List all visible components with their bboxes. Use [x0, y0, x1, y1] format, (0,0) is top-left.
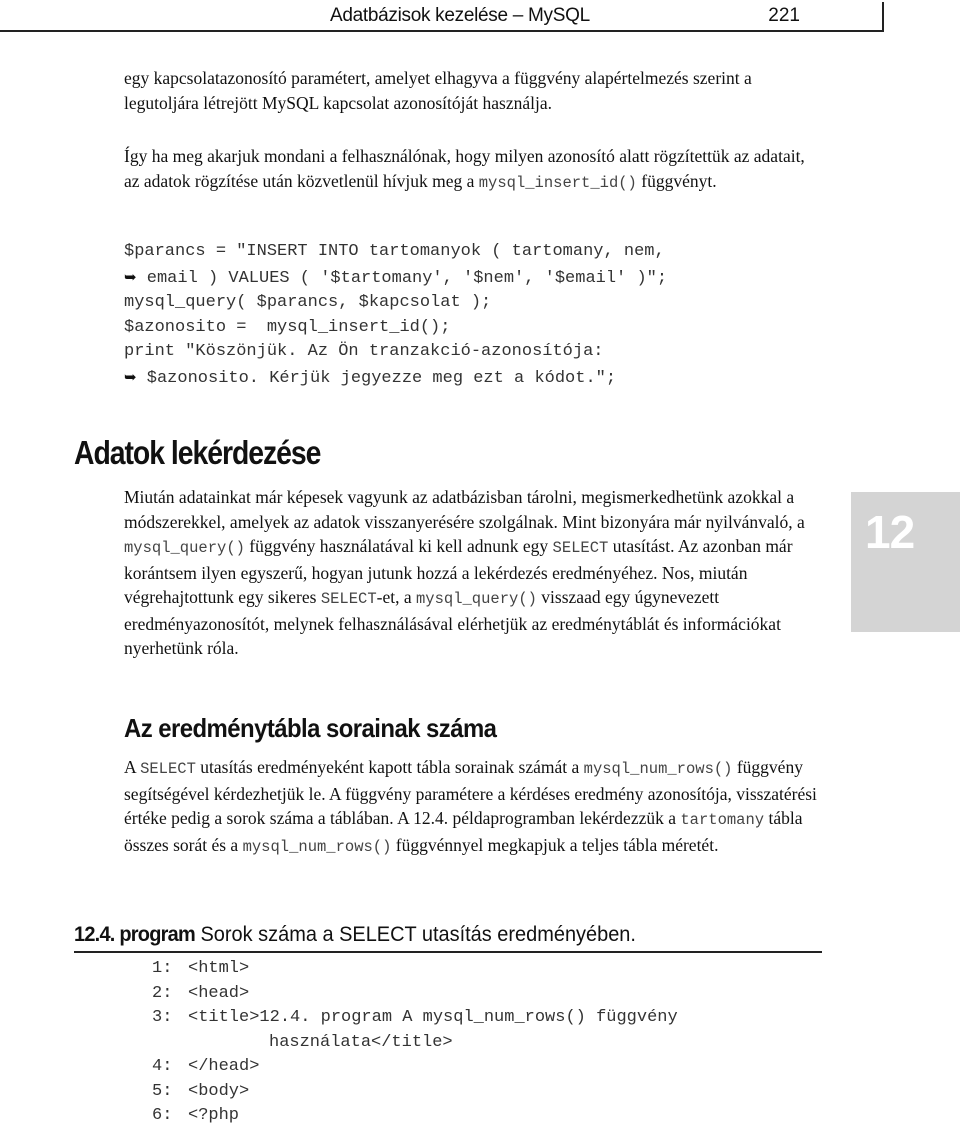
header-divider — [882, 2, 884, 32]
chapter-number: 12 — [865, 506, 915, 558]
paragraph-text: A — [124, 757, 141, 777]
line-continuation-icon: ➥ — [124, 367, 137, 386]
inline-code: SELECT — [320, 590, 377, 608]
listing-label: 12.4. program — [74, 923, 196, 946]
listing-caption-text: Sorok száma a SELECT utasítás eredményéb… — [194, 923, 636, 946]
listing-code: használata</title> — [269, 1032, 453, 1052]
inline-code: SELECT — [552, 539, 609, 557]
code-line: ➥ email ) VALUES ( '$tartomany', '$nem',… — [124, 267, 668, 288]
running-header-title: Adatbázisok kezelése – MySQL — [330, 5, 590, 26]
listing-rule — [74, 951, 822, 953]
paragraph-row-count: A SELECT utasítás eredményeként kapott t… — [124, 755, 824, 859]
listing-line: 5: <body> — [152, 1080, 678, 1105]
paragraph-text: függvényt. — [636, 170, 717, 191]
line-number: 2: — [152, 983, 173, 1003]
line-number: 4: — [152, 1057, 173, 1076]
paragraph-text: függvény használatával ki kell adnunk eg… — [244, 536, 553, 556]
line-number: 1: — [152, 959, 173, 978]
listing-code: <html> — [188, 959, 250, 978]
inline-code: tartomany — [680, 811, 765, 829]
paragraph-text: függvénnyel megkapjuk a teljes tábla mér… — [391, 834, 719, 855]
code-line: $azonosito = mysql_insert_id(); — [124, 317, 451, 337]
listing-code: <head> — [188, 983, 250, 1003]
listing-line: 1: <html> — [152, 957, 678, 982]
inline-code: mysql_num_rows() — [242, 837, 392, 856]
code-block: $parancs = "INSERT INTO tartomanyok ( ta… — [124, 240, 667, 392]
inline-code: mysql_num_rows() — [583, 760, 733, 778]
listing-line: 3: <title>12.4. program A mysql_num_rows(… — [152, 1006, 678, 1031]
listing-code: </head> — [188, 1057, 260, 1076]
listing-line: 2: <head> — [152, 982, 678, 1007]
section-heading-queries: Adatok lekérdezése — [74, 434, 321, 471]
line-number: 6: — [152, 1106, 173, 1125]
line-continuation-icon: ➥ — [124, 267, 137, 286]
paragraph-text: Miután adatainkat már képesek vagyunk az… — [124, 487, 805, 532]
paragraph-insert-id: Így ha meg akarjuk mondani a felhasználó… — [124, 144, 824, 195]
section-heading-row-count: Az eredménytábla sorainak száma — [124, 713, 497, 743]
code-listing: 1: <html> 2: <head> 3: <title>12.4. program A… — [152, 957, 678, 1129]
listing-code: <body> — [188, 1081, 250, 1101]
code-line: ➥ $azonosito. Kérjük jegyezze meg ezt a … — [124, 367, 617, 388]
inline-code: mysql_query() — [124, 539, 245, 557]
listing-line: 6: <?php — [152, 1104, 678, 1129]
code-line: print "Köszönjük. Az Ön tranzakció-azono… — [124, 342, 604, 362]
code-line: $parancs = "INSERT INTO tartomanyok ( ta… — [124, 242, 665, 261]
listing-code: <title>12.4. program A mysql_num_rows() … — [188, 1008, 678, 1027]
paragraph-text: -et, a — [376, 587, 416, 607]
inline-code: mysql_insert_id() — [478, 173, 637, 192]
inline-code: mysql_query() — [416, 590, 537, 608]
line-number: 5: — [152, 1081, 173, 1101]
running-header: Adatbázisok kezelése – MySQL 221 — [0, 0, 884, 32]
page-number: 221 — [768, 5, 800, 26]
paragraph-intro: egy kapcsolatazonosító paramétert, amely… — [124, 68, 752, 113]
code-line: mysql_query( $parancs, $kapcsolat ); — [124, 293, 492, 313]
listing-line: használata</title> — [152, 1031, 678, 1056]
line-number: 3: — [152, 1008, 173, 1027]
paragraph-queries: Miután adatainkat már képesek vagyunk az… — [124, 485, 824, 661]
inline-code: SELECT — [140, 760, 196, 778]
listing-caption: 12.4. program Sorok száma a SELECT utasí… — [74, 923, 636, 947]
chapter-thumb-tab: 12 — [851, 492, 960, 632]
paragraph-text: utasítás eredményeként kapott tábla sora… — [195, 757, 584, 777]
listing-line: 4: </head> — [152, 1055, 678, 1080]
listing-code: <?php — [188, 1106, 240, 1125]
